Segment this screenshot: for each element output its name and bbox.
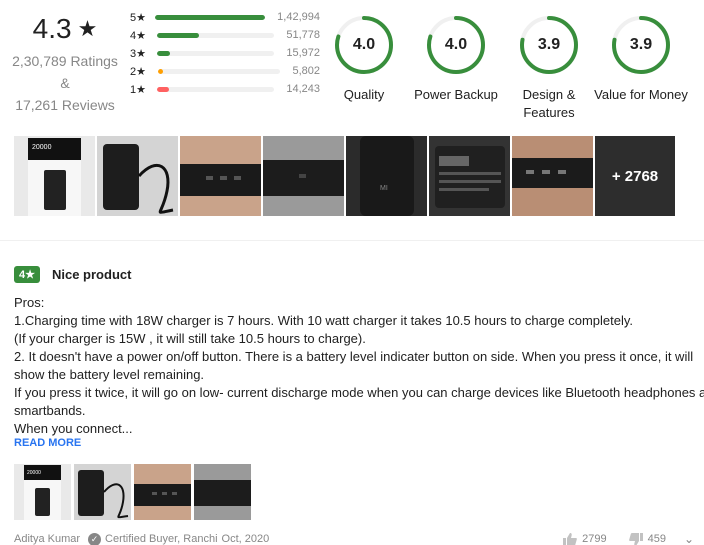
histogram-track: [157, 68, 281, 74]
histogram-label: 2★: [130, 65, 146, 78]
review-line: If you press it twice, it will go on low…: [14, 385, 704, 400]
read-more-link[interactable]: READ MORE: [14, 437, 81, 449]
review-line: Pros:: [14, 295, 45, 310]
review-footer: Aditya Kumar ✓ Certified Buyer, Ranchi O…: [14, 532, 694, 545]
like-count: 2799: [582, 533, 607, 545]
thumbs-up-icon: [563, 532, 577, 545]
gauge-label: Quality: [343, 87, 385, 102]
ratings-count: 2,30,789 Ratings: [12, 53, 118, 69]
rating-histogram: 5★ 1,42,994 4★ 51,778 3★ 15,972 2★ 5,802…: [130, 8, 320, 98]
histogram-count: 5,802: [292, 65, 320, 77]
histogram-row: 5★ 1,42,994: [130, 8, 320, 26]
histogram-track: [155, 14, 266, 20]
gauge-label: Power Backup: [414, 87, 498, 102]
product-photo[interactable]: MI: [346, 136, 427, 216]
histogram-bar: [156, 32, 200, 38]
dislike-count: 459: [647, 533, 666, 545]
histogram-bar: [156, 86, 169, 92]
photo-gallery: 20000 MI + 2768: [14, 136, 675, 216]
product-photo[interactable]: [180, 136, 261, 216]
like-button[interactable]: 2799: [563, 532, 607, 545]
product-photo[interactable]: 20000: [14, 136, 95, 216]
product-photo[interactable]: [429, 136, 510, 216]
histogram-row: 1★ 14,243: [130, 80, 320, 98]
review-actions: 2799 459 ⌄: [563, 532, 694, 545]
review-line: 2. It doesn't have a power on/off button…: [14, 349, 694, 364]
review-photo[interactable]: [74, 464, 131, 520]
histogram-label: 5★: [130, 11, 146, 24]
average-value: 4.3: [32, 13, 72, 44]
chevron-down-icon[interactable]: ⌄: [684, 532, 694, 545]
review-header: 4★ Nice product: [14, 266, 131, 283]
average-rating: 4.3 ★: [10, 10, 120, 48]
svg-text:20000: 20000: [32, 144, 52, 151]
product-photo[interactable]: [263, 136, 344, 216]
histogram-track: [156, 50, 275, 56]
histogram-label: 1★: [130, 83, 146, 96]
feature-gauge-value: 3.9 Value for Money: [594, 14, 688, 104]
review-line: show the battery level remaining.: [14, 367, 205, 382]
certified-buyer-location: Certified Buyer, Ranchi: [105, 533, 218, 545]
histogram-label: 3★: [130, 47, 146, 60]
ampersand: &: [60, 75, 70, 91]
thumbs-down-icon: [628, 532, 643, 545]
product-photo[interactable]: [512, 136, 593, 216]
histogram-bar: [156, 50, 170, 56]
more-photos-button[interactable]: + 2768: [595, 136, 675, 216]
histogram-bar: [157, 68, 163, 74]
histogram-row: 3★ 15,972: [130, 44, 320, 62]
histogram-track: [156, 32, 275, 38]
review-photos: 20000: [14, 464, 251, 520]
review-photo[interactable]: 20000: [14, 464, 71, 520]
histogram-count: 15,972: [286, 47, 320, 59]
gauge-value: 3.9: [629, 36, 653, 53]
feature-gauge-design: 3.9 Design & Features: [514, 14, 584, 122]
review-date: Oct, 2020: [221, 533, 270, 545]
review-rating-badge: 4★: [14, 266, 40, 283]
histogram-label: 4★: [130, 29, 146, 42]
gauge-label: Design & Features: [522, 87, 576, 120]
product-photo[interactable]: [97, 136, 178, 216]
review-photo[interactable]: [134, 464, 191, 520]
gauge-label: Value for Money: [594, 87, 688, 102]
reviews-count: 17,261 Reviews: [15, 97, 115, 113]
svg-text:MI: MI: [380, 185, 388, 192]
check-icon: ✓: [88, 532, 102, 545]
histogram-row: 4★ 51,778: [130, 26, 320, 44]
dislike-button[interactable]: 459: [628, 532, 666, 545]
svg-text:20000: 20000: [27, 470, 41, 476]
review-title: Nice product: [51, 267, 132, 282]
histogram-row: 2★ 5,802: [130, 62, 320, 80]
overall-rating: 4.3 ★ 2,30,789 Ratings & 17,261 Reviews: [10, 10, 120, 114]
histogram-bar: [155, 14, 266, 20]
section-divider: [0, 240, 704, 241]
review-author: Aditya Kumar: [14, 533, 81, 545]
histogram-count: 51,778: [286, 29, 320, 41]
star-icon: ★: [77, 16, 98, 41]
histogram-count: 1,42,994: [277, 11, 320, 23]
review-line: When you connect...: [14, 421, 133, 436]
feature-gauge-power-backup: 4.0 Power Backup: [412, 14, 500, 104]
gauge-value: 4.0: [444, 36, 468, 53]
review-line: (If your charger is 15W , it will still …: [14, 331, 366, 346]
gauge-value: 3.9: [537, 36, 561, 53]
review-text: Pros: 1.Charging time with 18W charger i…: [14, 294, 704, 438]
gauge-value: 4.0: [352, 36, 376, 53]
histogram-track: [156, 86, 275, 92]
feature-gauge-quality: 4.0 Quality: [330, 14, 398, 104]
review-line: smartbands.: [14, 403, 86, 418]
histogram-count: 14,243: [286, 83, 320, 95]
review-photo[interactable]: [194, 464, 251, 520]
review-line: 1.Charging time with 18W charger is 7 ho…: [14, 313, 633, 328]
